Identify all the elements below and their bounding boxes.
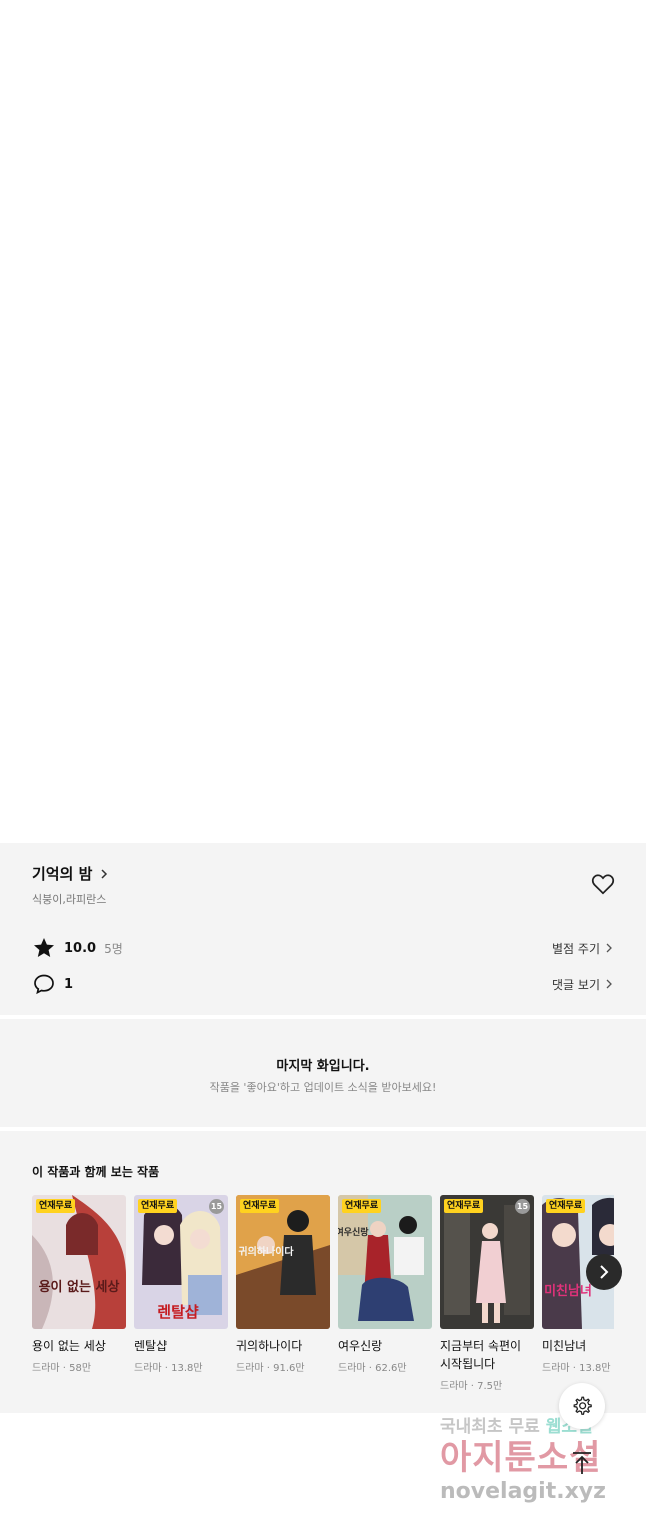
rating-row: 10.0 5명 별점 주기 bbox=[32, 935, 614, 961]
recommendations-section: 이 작품과 함께 보는 작품 용이 없는 세상 연재무료 용이 없는 세상 드라… bbox=[0, 1131, 646, 1413]
gear-icon bbox=[573, 1396, 592, 1415]
last-episode-notice: 마지막 화입니다. 작품을 '좋아요'하고 업데이트 소식을 받아보세요! bbox=[0, 1019, 646, 1127]
site-watermark: 국내최초 무료 웹소설 아지툰소설 novelagit.xyz bbox=[440, 1412, 630, 1512]
cover-thumbnail[interactable]: 용이 없는 세상 연재무료 bbox=[32, 1195, 126, 1329]
watermark-line2: 아지툰소설 bbox=[440, 1438, 602, 1478]
view-comments-button[interactable]: 댓글 보기 bbox=[552, 976, 614, 993]
age-rating-15-badge: 15 bbox=[209, 1199, 224, 1214]
work-title: 기억의 밤 bbox=[32, 865, 93, 883]
rec-item-name[interactable]: 귀의하나이다 bbox=[236, 1337, 330, 1355]
cover-thumbnail[interactable]: 연재무료 15 bbox=[440, 1195, 534, 1329]
cover-art: 렌탈샵 bbox=[134, 1195, 228, 1329]
free-badge: 연재무료 bbox=[342, 1199, 382, 1213]
watermark-line3: novelagit.xyz bbox=[440, 1479, 606, 1504]
recommendations-list: 용이 없는 세상 연재무료 용이 없는 세상 드라마 · 58만 렌탈샵 연재무… bbox=[32, 1195, 614, 1405]
cover-title-text: 미친남녀 bbox=[544, 1283, 592, 1299]
free-badge: 연재무료 bbox=[138, 1199, 178, 1213]
comment-row: 1 댓글 보기 bbox=[32, 971, 614, 997]
rec-item-2[interactable]: 렌탈샵 연재무료 15 렌탈샵 드라마 · 13.8만 bbox=[134, 1195, 228, 1374]
comment-bubble-icon bbox=[34, 974, 54, 995]
carousel-next-button[interactable] bbox=[586, 1254, 622, 1290]
cover-title-text: 귀의하나이다 bbox=[238, 1245, 294, 1258]
rec-item-meta: 드라마 · 7.5만 bbox=[440, 1381, 503, 1392]
rec-item-3[interactable]: 귀의하나이다 연재무료 귀의하나이다 드라마 · 91.6만 bbox=[236, 1195, 330, 1374]
cover-art: 귀의하나이다 bbox=[236, 1195, 330, 1329]
free-badge: 연재무료 bbox=[36, 1199, 76, 1213]
episode-content-area bbox=[0, 0, 646, 843]
chevron-right-icon bbox=[101, 868, 108, 879]
rating-value: 10.0 bbox=[64, 940, 97, 956]
rec-item-1[interactable]: 용이 없는 세상 연재무료 용이 없는 세상 드라마 · 58만 bbox=[32, 1195, 126, 1374]
recommendations-title: 이 작품과 함께 보는 작품 bbox=[32, 1165, 160, 1179]
rec-item-meta: 드라마 · 13.8만 bbox=[542, 1363, 611, 1374]
cover-title-text: 렌탈샵 bbox=[157, 1303, 199, 1321]
comment-count: 1 bbox=[64, 976, 74, 992]
view-comments-label: 댓글 보기 bbox=[552, 977, 600, 992]
scroll-to-top-icon[interactable] bbox=[569, 1450, 595, 1476]
cover-art: 여우신랑 bbox=[338, 1195, 432, 1329]
free-badge: 연재무료 bbox=[444, 1199, 484, 1213]
cover-art bbox=[440, 1195, 534, 1329]
cover-thumbnail[interactable]: 여우신랑 연재무료 bbox=[338, 1195, 432, 1329]
settings-button[interactable] bbox=[559, 1383, 605, 1429]
work-authors: 식붕이,라피란스 bbox=[32, 893, 107, 906]
rec-item-meta: 드라마 · 62.6만 bbox=[338, 1363, 407, 1374]
star-icon bbox=[34, 938, 54, 957]
rating-count: 5명 bbox=[104, 941, 123, 956]
rec-item-meta: 드라마 · 13.8만 bbox=[134, 1363, 203, 1374]
cover-title-text: 용이 없는 세상 bbox=[39, 1279, 120, 1295]
last-episode-title: 마지막 화입니다. bbox=[276, 1059, 370, 1074]
last-episode-subtitle: 작품을 '좋아요'하고 업데이트 소식을 받아보세요! bbox=[209, 1081, 437, 1094]
rec-item-meta: 드라마 · 91.6만 bbox=[236, 1363, 305, 1374]
chevron-right-icon bbox=[600, 1265, 609, 1279]
cover-thumbnail[interactable]: 귀의하나이다 연재무료 bbox=[236, 1195, 330, 1329]
cover-art: 용이 없는 세상 bbox=[32, 1195, 126, 1329]
work-title-link[interactable]: 기억의 밤 bbox=[32, 863, 110, 884]
rec-item-name[interactable]: 렌탈샵 bbox=[134, 1337, 228, 1355]
rec-item-name[interactable]: 미친남녀 bbox=[542, 1337, 614, 1355]
chevron-right-icon bbox=[606, 943, 612, 953]
rec-item-name[interactable]: 지금부터 속편이 시작됩니다 bbox=[440, 1337, 534, 1373]
like-heart-icon[interactable] bbox=[590, 871, 616, 897]
age-rating-15-badge: 15 bbox=[515, 1199, 530, 1214]
free-badge: 연재무료 bbox=[240, 1199, 280, 1213]
rate-button[interactable]: 별점 주기 bbox=[552, 940, 614, 957]
chevron-right-icon bbox=[606, 979, 612, 989]
rec-item-name[interactable]: 용이 없는 세상 bbox=[32, 1337, 126, 1355]
rec-item-meta: 드라마 · 58만 bbox=[32, 1363, 92, 1374]
rec-item-name[interactable]: 여우신랑 bbox=[338, 1337, 432, 1355]
rec-item-4[interactable]: 여우신랑 연재무료 여우신랑 드라마 · 62.6만 bbox=[338, 1195, 432, 1374]
work-info-card: 기억의 밤 식붕이,라피란스 10.0 5명 별점 주기 1 댓글 보기 bbox=[0, 843, 646, 1015]
rec-item-5[interactable]: 연재무료 15 지금부터 속편이 시작됩니다 드라마 · 7.5만 bbox=[440, 1195, 534, 1392]
cover-thumbnail[interactable]: 렌탈샵 연재무료 15 bbox=[134, 1195, 228, 1329]
free-badge: 연재무료 bbox=[546, 1199, 586, 1213]
cover-title-text: 여우신랑 bbox=[338, 1226, 369, 1238]
rate-button-label: 별점 주기 bbox=[552, 941, 600, 956]
